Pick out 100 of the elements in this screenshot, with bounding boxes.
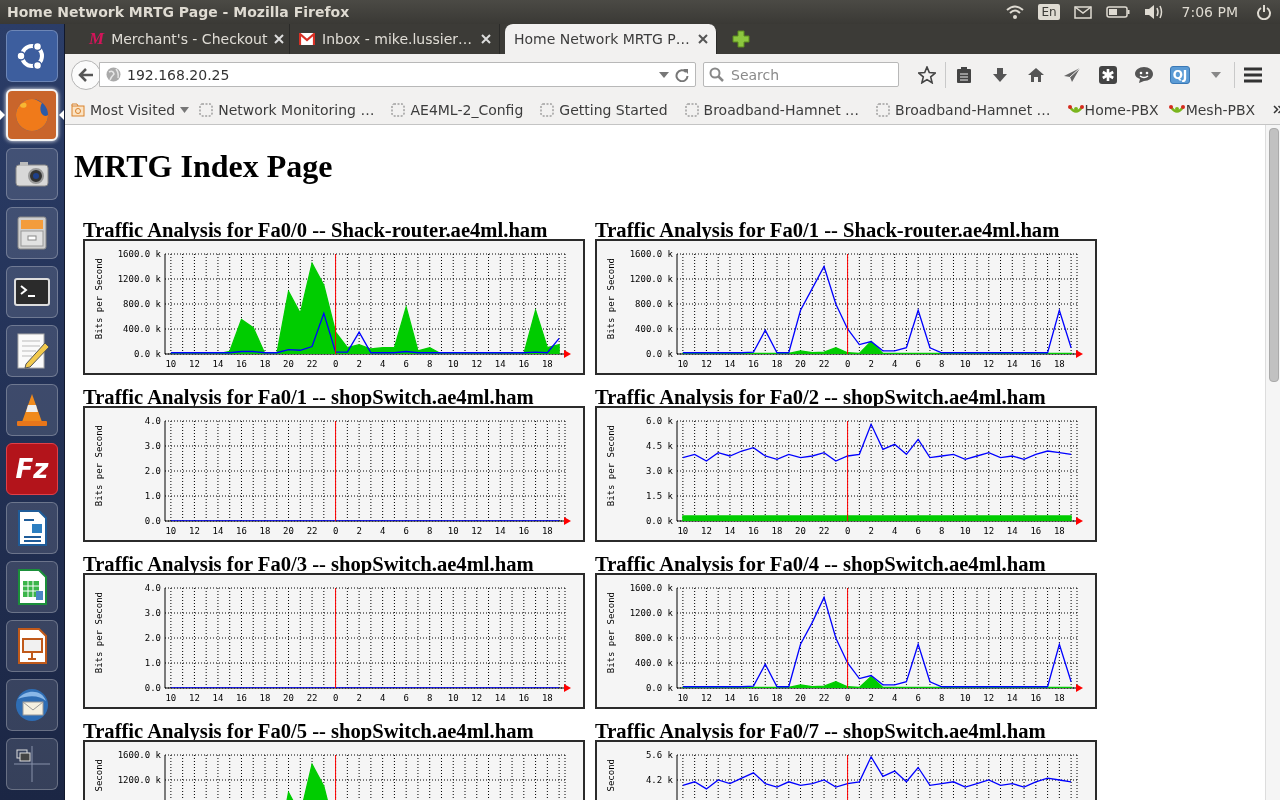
x-tick-label: 22: [818, 693, 830, 703]
x-tick-label: 6: [403, 693, 409, 703]
bookmark-item[interactable]: Broadband-Hamnet …: [876, 101, 1068, 118]
y-tick-label: 1600.0 k: [117, 249, 161, 259]
x-tick-label: 18: [541, 693, 553, 703]
y-tick-label: 5.6 k: [645, 750, 673, 760]
search-field[interactable]: Search: [703, 62, 899, 87]
keyboard-layout-indicator[interactable]: En: [1038, 4, 1060, 20]
send-icon: [1063, 66, 1081, 83]
x-tick-label: 0: [844, 526, 851, 536]
speaker-icon[interactable]: [1143, 4, 1164, 20]
y-tick-label: 1600.0 k: [629, 249, 673, 259]
axis-title: Second: [606, 759, 616, 792]
launcher-item[interactable]: Fz: [6, 443, 58, 495]
chat-icon: [1134, 65, 1154, 84]
x-tick-label: 16: [236, 693, 247, 703]
y-tick-label: 400.0 k: [635, 324, 673, 334]
x-tick-label: 18: [541, 526, 553, 536]
x-tick-label: 14: [724, 359, 736, 369]
home-icon: [1027, 66, 1045, 83]
new-tab-icon[interactable]: [732, 30, 750, 48]
x-tick-label: 14: [212, 526, 224, 536]
x-tick-label: 10: [165, 359, 177, 369]
wifi-icon[interactable]: [1006, 5, 1025, 19]
x-tick-label: 10: [165, 693, 177, 703]
x-tick-label: 14: [1006, 693, 1018, 703]
x-tick-label: 20: [795, 693, 806, 703]
x-tick-label: 10: [959, 526, 971, 536]
bookmark-item[interactable]: Home-PBX: [1067, 101, 1169, 118]
x-tick-label: 18: [1053, 359, 1065, 369]
y-tick-label: 0.0 k: [645, 349, 673, 359]
reload-icon[interactable]: [675, 67, 689, 82]
graph-title: Traffic Analysis for Fa0/1 -- Shack-router.ae4ml.ham: [595, 220, 1061, 239]
clock[interactable]: 7:06 PM: [1181, 4, 1238, 20]
chevron-icon: [1273, 105, 1280, 114]
x-tick-label: 14: [1006, 526, 1018, 536]
bookmark-item[interactable]: Network Monitoring …: [199, 101, 392, 118]
y-tick-label: 1200.0 k: [117, 274, 161, 284]
x-tick-label: 0: [332, 359, 339, 369]
x-tick-label: 22: [306, 359, 318, 369]
x-tick-label: 12: [471, 693, 483, 703]
x-tick-label: 12: [471, 526, 483, 536]
x-tick-label: 4: [379, 526, 386, 536]
x-tick-label: 8: [427, 526, 433, 536]
x-tick-label: 0: [844, 359, 851, 369]
x-tick-label: 14: [1006, 359, 1018, 369]
x-tick-label: 10: [677, 359, 689, 369]
bookmark-item[interactable]: Getting Started: [540, 101, 685, 118]
x-tick-label: 18: [771, 526, 783, 536]
mail-icon[interactable]: [1073, 5, 1092, 19]
axis-title: Second: [94, 759, 104, 792]
x-tick-label: 0: [332, 693, 339, 703]
x-tick-label: 12: [189, 693, 200, 703]
x-tick-label: 14: [724, 526, 736, 536]
x-tick-label: 14: [494, 693, 506, 703]
x-tick-label: 12: [983, 693, 995, 703]
x-tick-label: 10: [959, 359, 971, 369]
close-icon[interactable]: [698, 34, 708, 44]
x-tick-label: 20: [795, 526, 806, 536]
x-tick-label: 2: [868, 693, 874, 703]
y-tick-label: 3.0: [144, 441, 161, 451]
blank-page-icon: [540, 102, 555, 117]
x-tick-label: 18: [1053, 693, 1065, 703]
x-tick-label: 14: [494, 526, 506, 536]
x-tick-label: 12: [189, 359, 200, 369]
x-tick-label: 16: [1030, 359, 1042, 369]
y-tick-label: 0.0 k: [645, 683, 673, 693]
bookmark-star-icon: [918, 65, 936, 84]
axis-title: Bits per Second: [606, 425, 616, 507]
scrollbar-thumb[interactable]: [1269, 128, 1279, 382]
back-button[interactable]: [71, 59, 101, 90]
bookmark-item[interactable]: Most Visited: [71, 101, 200, 118]
y-tick-label: 0.0 k: [645, 516, 673, 526]
x-tick-label: 12: [471, 359, 483, 369]
battery-icon[interactable]: [1105, 6, 1130, 18]
x-tick-label: 6: [915, 526, 921, 536]
x-tick-label: 0: [332, 526, 339, 536]
x-tick-label: 10: [677, 693, 689, 703]
launcher-item[interactable]: [6, 89, 58, 141]
x-tick-label: 16: [236, 526, 247, 536]
midnight-marker-line: [335, 754, 337, 800]
browser-tab[interactable]: Home Network MRTG P…: [505, 24, 717, 54]
x-tick-label: 18: [541, 359, 553, 369]
active-indicator-icon: [0, 110, 5, 120]
x-tick-label: 6: [915, 693, 921, 703]
blank-page-icon: [391, 102, 406, 117]
x-tick-label: 22: [818, 526, 830, 536]
x-tick-label: 2: [356, 693, 362, 703]
x-tick-label: 18: [259, 526, 271, 536]
bookmark-item[interactable]: Broadband-Hamnet …: [684, 101, 877, 118]
x-tick-label: 2: [868, 526, 874, 536]
address-field[interactable]: 192.168.20.25: [99, 62, 696, 87]
power-icon[interactable]: [1256, 4, 1272, 20]
x-tick-label: 18: [259, 359, 271, 369]
x-tick-label: 4: [891, 693, 898, 703]
y-tick-label: 400.0 k: [635, 658, 673, 668]
reading-list-icon: [956, 65, 972, 84]
bookmark-item[interactable]: AE4ML-2_Config: [391, 101, 541, 118]
dropdown-caret-icon[interactable]: [659, 71, 669, 78]
bookmark-item[interactable]: Mesh-PBX: [1168, 101, 1266, 118]
